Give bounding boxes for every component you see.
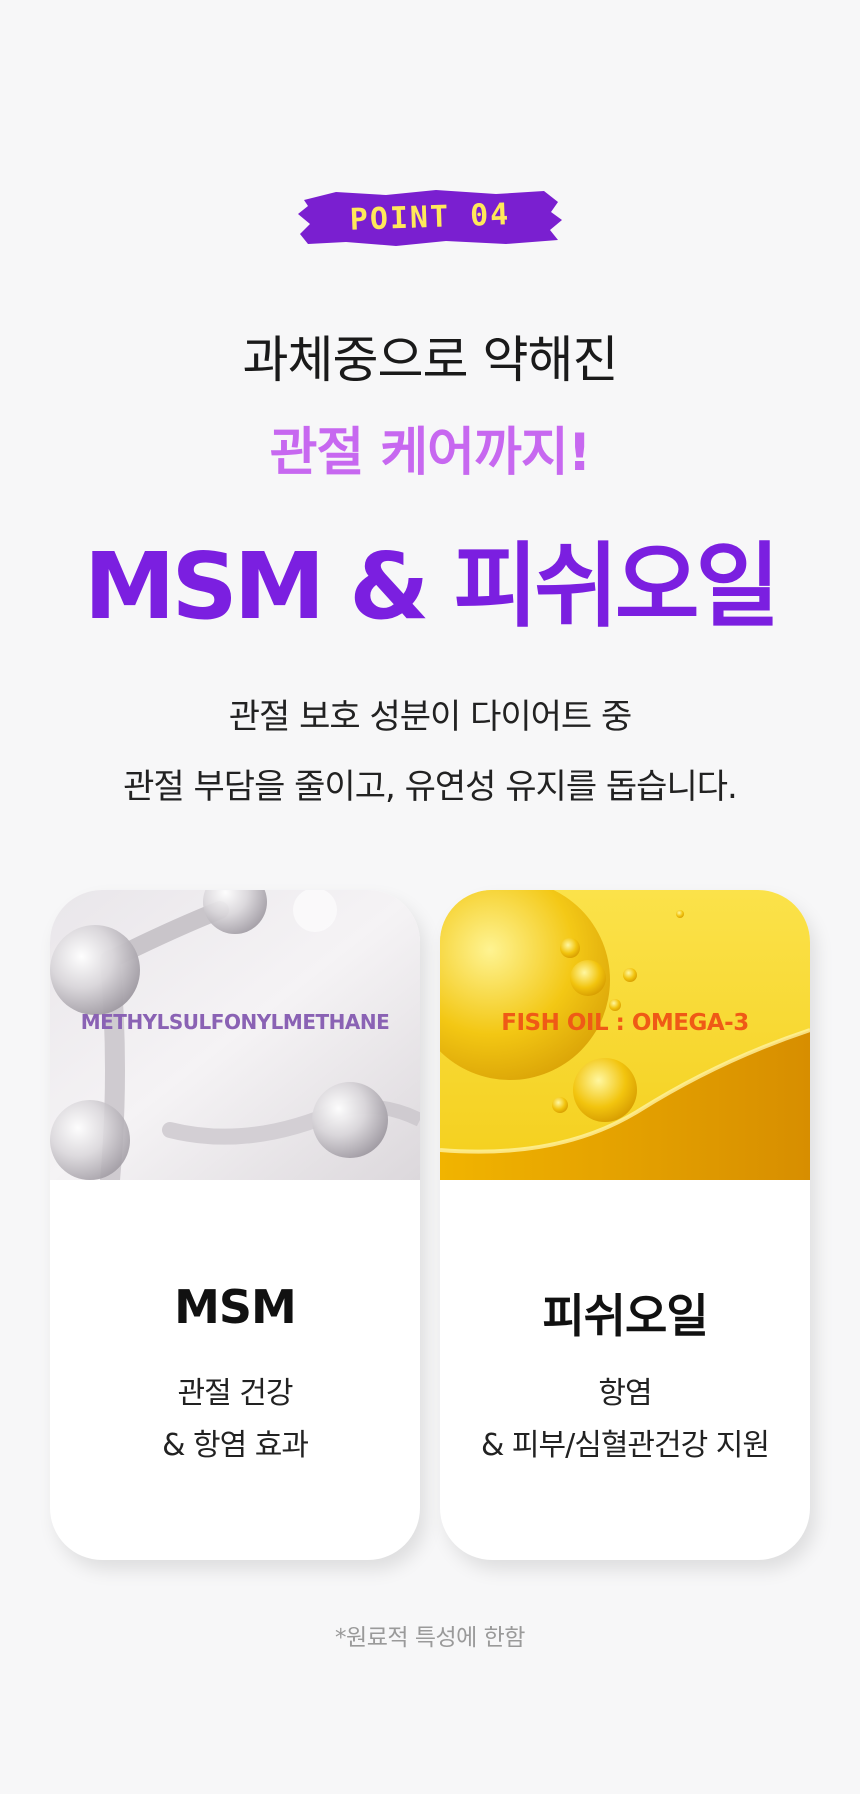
point-badge: POINT 04 xyxy=(296,186,564,248)
fish-oil-title: 피쉬오일 xyxy=(542,1289,708,1343)
msm-description: 관절 건강 & 항염 효과 xyxy=(50,1368,420,1472)
fish-oil-card-image: FISH OIL : OMEGA-3 xyxy=(440,890,810,1180)
fish-oil-image-label: FISH OIL : OMEGA-3 xyxy=(501,1010,749,1036)
fish-oil-text-line-2: & 피부/심혈관건강 지원 xyxy=(481,1428,770,1463)
headline-line-2: 관절 케어까지! xyxy=(269,423,592,483)
msm-image-label: METHYLSULFONYLMETHANE xyxy=(80,1010,390,1034)
msm-title: MSM xyxy=(174,1280,297,1334)
headline-line-1: 과체중으로 약해진 xyxy=(242,331,619,389)
point-label: POINT 04 xyxy=(349,196,511,238)
msm-card-image: METHYLSULFONYLMETHANE xyxy=(50,890,420,1180)
msm-text-line-1: 관절 건강 xyxy=(177,1376,294,1411)
fish-oil-description: 항염 & 피부/심혈관건강 지원 xyxy=(440,1368,810,1472)
msm-text-line-2: & 항염 효과 xyxy=(162,1428,309,1463)
description-line-2: 관절 부담을 줄이고, 유연성 유지를 돕습니다. xyxy=(123,767,738,807)
msm-card: METHYLSULFONYLMETHANE MSM 관절 건강 & 항염 효과 xyxy=(50,890,420,1560)
description: 관절 보호 성분이 다이어트 중 관절 부담을 줄이고, 유연성 유지를 돕습니… xyxy=(0,682,860,822)
fish-oil-card: FISH OIL : OMEGA-3 피쉬오일 항염 & 피부/심혈관건강 지원 xyxy=(440,890,810,1560)
fish-oil-text-line-1: 항염 xyxy=(598,1376,652,1411)
headline-main-title: MSM & 피쉬오일 xyxy=(83,533,780,640)
description-line-1: 관절 보호 성분이 다이어트 중 xyxy=(228,697,633,737)
footnote: *원료적 특성에 한함 xyxy=(335,1625,525,1651)
molecule-illustration-icon xyxy=(50,890,420,1180)
